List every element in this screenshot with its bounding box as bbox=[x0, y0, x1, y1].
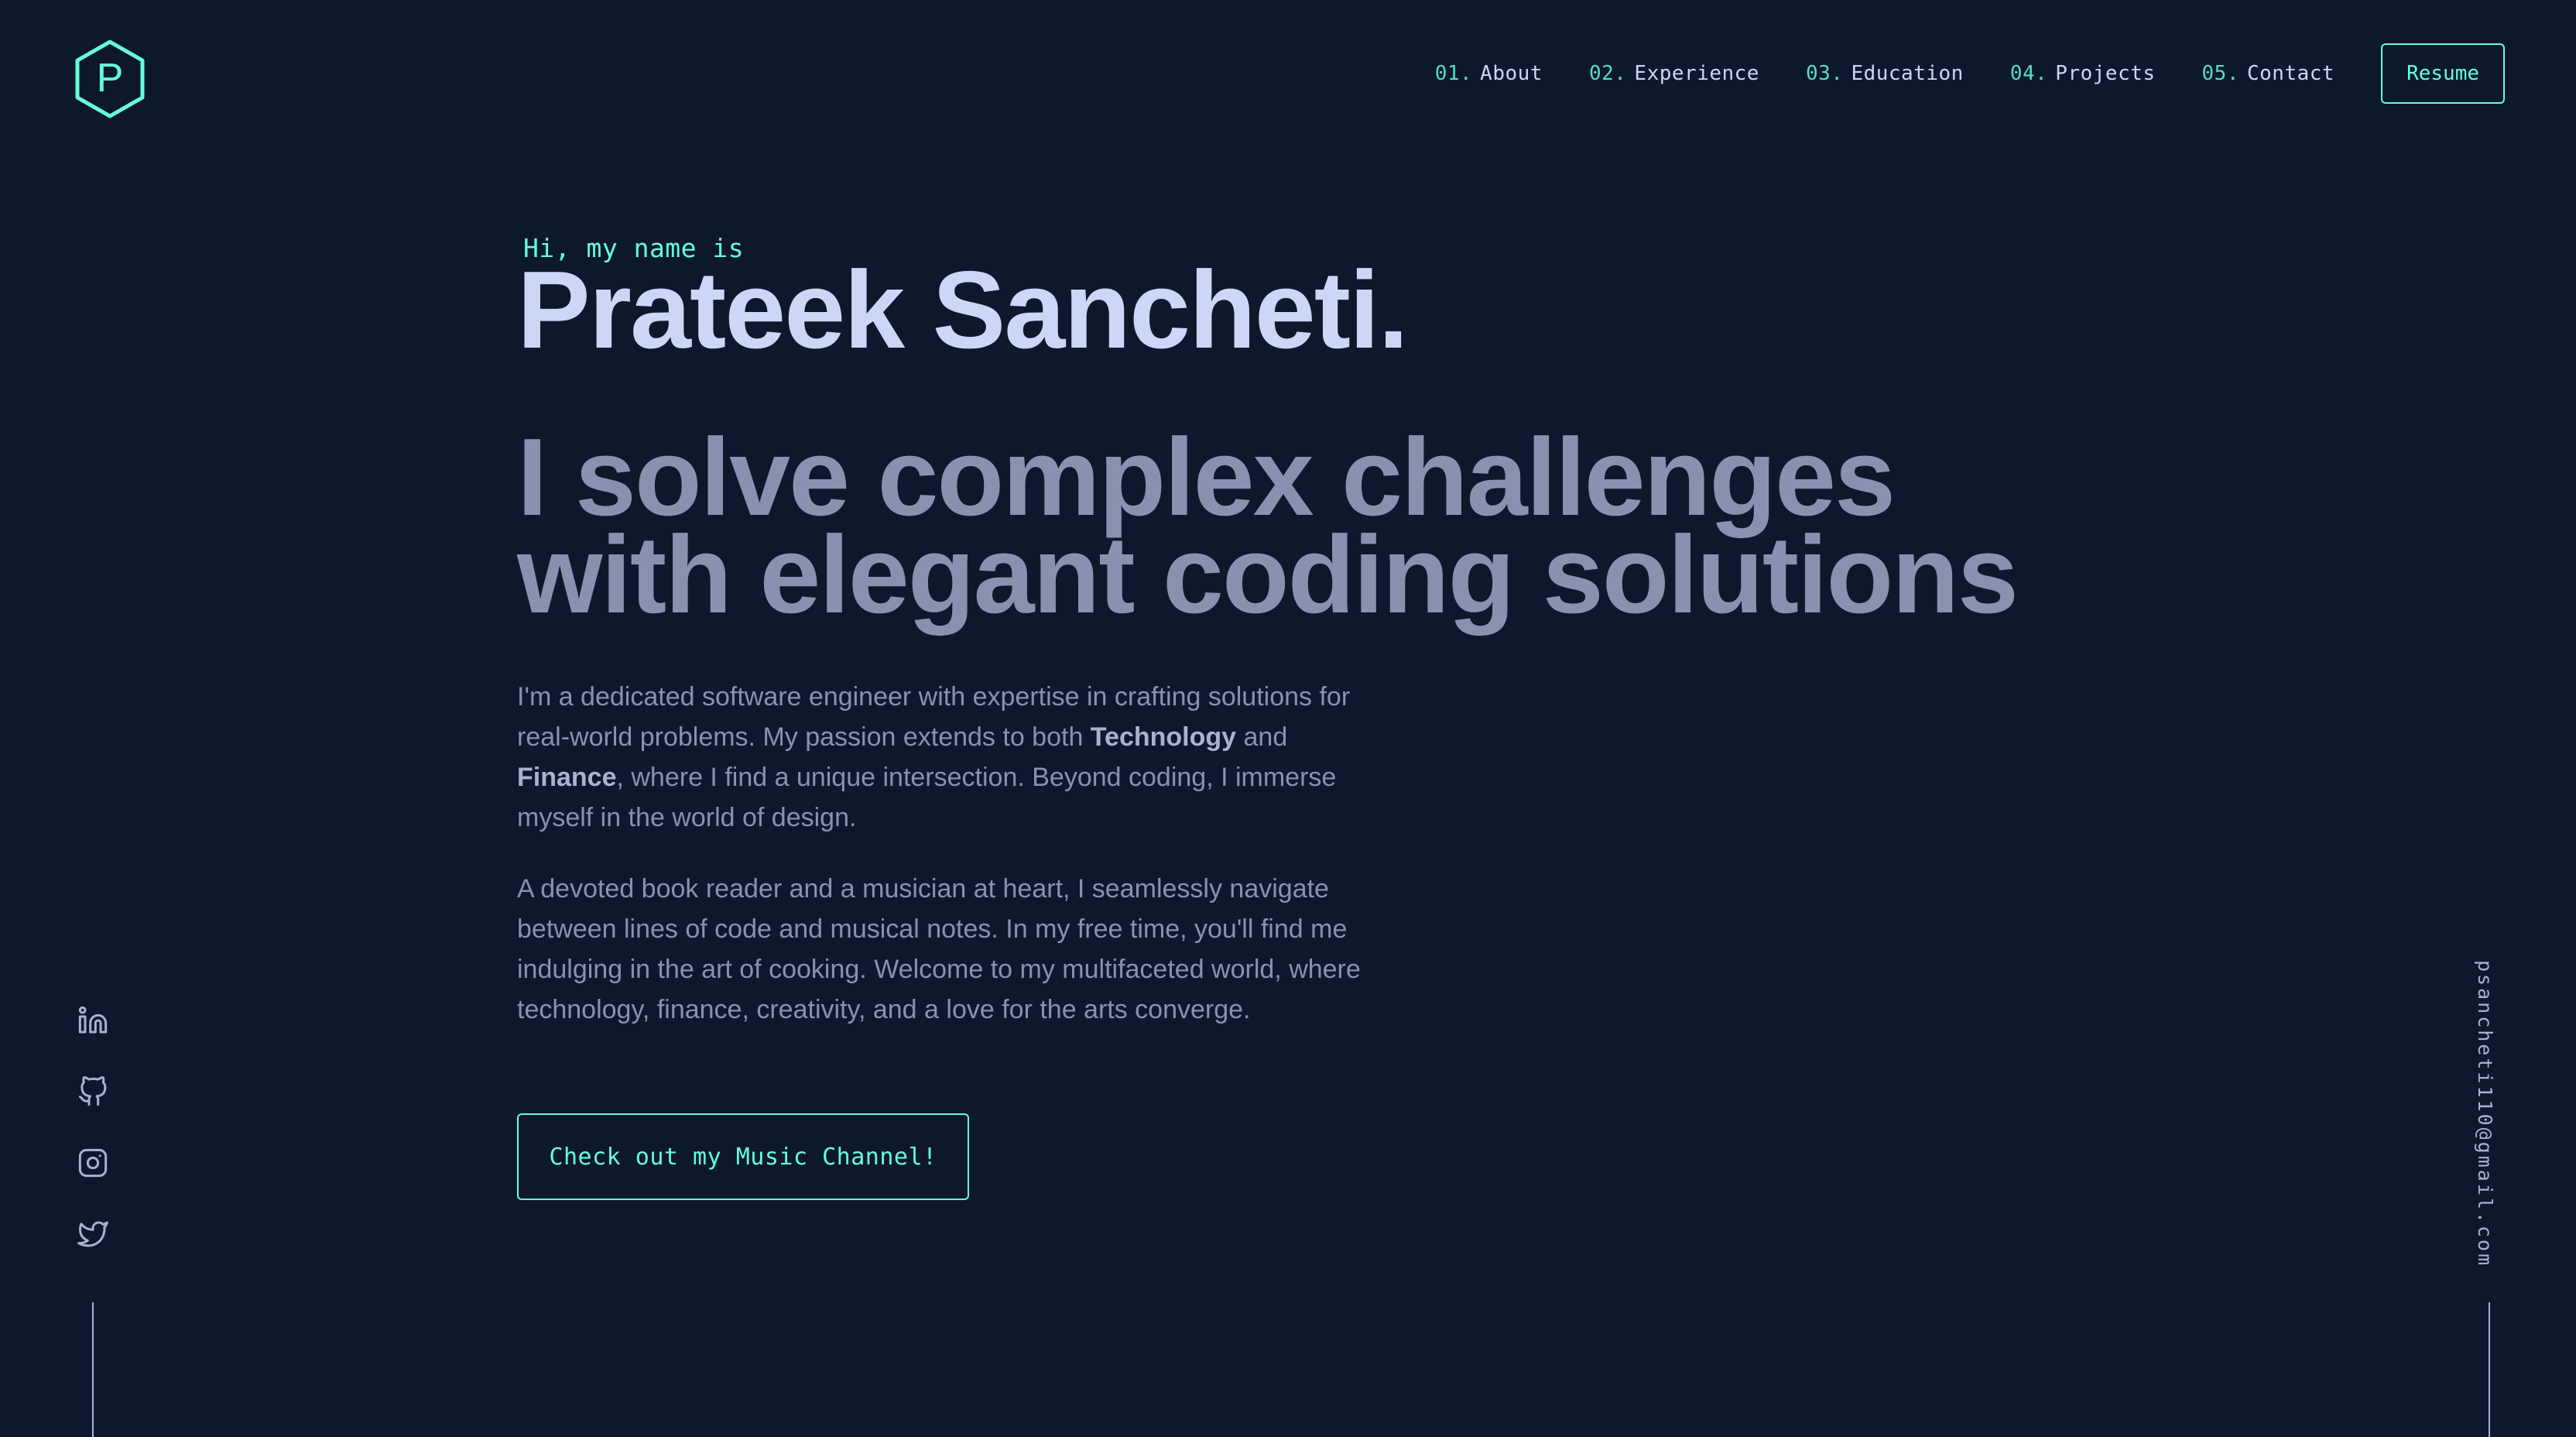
twitter-link[interactable] bbox=[76, 1217, 110, 1251]
right-rail-divider bbox=[2489, 1302, 2490, 1437]
bio-text: , where I find a unique intersection. Be… bbox=[517, 763, 1337, 832]
main-nav: 01. About 02. Experience 03. Education 0… bbox=[1435, 43, 2505, 104]
twitter-icon bbox=[77, 1221, 108, 1247]
hexagon-logo-icon: P bbox=[75, 39, 145, 118]
nav-number: 04. bbox=[2009, 62, 2048, 85]
nav-label: About bbox=[1480, 62, 1543, 85]
instagram-icon bbox=[78, 1148, 108, 1178]
bio-paragraph-2: A devoted book reader and a musician at … bbox=[517, 874, 1361, 1024]
hero-tagline: I solve complex challenges with elegant … bbox=[517, 416, 2065, 636]
hero-tagline-line-1: I solve complex challenges bbox=[517, 416, 1896, 539]
nav-item-experience[interactable]: 02. Experience bbox=[1589, 62, 1759, 85]
hero-section: Hi, my name is Prateek Sancheti. I solve… bbox=[517, 229, 2019, 630]
bio-paragraph-1: I'm a dedicated software engineer with e… bbox=[517, 677, 1368, 838]
nav-number: 03. bbox=[1805, 62, 1844, 85]
logo-letter: P bbox=[97, 56, 124, 101]
nav-number: 01. bbox=[1434, 62, 1473, 85]
bio-text: and bbox=[1236, 722, 1288, 752]
github-icon bbox=[78, 1076, 107, 1106]
linkedin-icon bbox=[78, 1006, 108, 1034]
bio-highlight-finance: Finance bbox=[517, 763, 617, 792]
nav-number: 05. bbox=[2201, 62, 2239, 85]
music-channel-button[interactable]: Check out my Music Channel! bbox=[517, 1113, 969, 1200]
nav-label: Experience bbox=[1634, 62, 1759, 85]
linkedin-link[interactable] bbox=[76, 1003, 110, 1037]
bio-highlight-technology: Technology bbox=[1090, 722, 1237, 752]
nav-label: Projects bbox=[2055, 62, 2156, 85]
nav-item-contact[interactable]: 05. Contact bbox=[2202, 62, 2335, 85]
hero-tagline-line-2: with elegant coding solutions bbox=[517, 513, 2019, 636]
nav-item-about[interactable]: 01. About bbox=[1435, 62, 1543, 85]
nav-label: Education bbox=[1851, 62, 1964, 85]
email-link[interactable]: psancheti110@gmail.com bbox=[2474, 960, 2496, 1267]
left-rail-divider bbox=[92, 1302, 94, 1437]
hero-bio: I'm a dedicated software engineer with e… bbox=[517, 677, 1368, 1061]
hero-name: Prateek Sancheti. bbox=[517, 249, 1409, 372]
github-link[interactable] bbox=[76, 1075, 110, 1109]
nav-item-projects[interactable]: 04. Projects bbox=[2010, 62, 2156, 85]
nav-number: 02. bbox=[1588, 62, 1627, 85]
social-links bbox=[76, 1003, 110, 1288]
nav-label: Contact bbox=[2247, 62, 2335, 85]
instagram-link[interactable] bbox=[76, 1146, 110, 1180]
logo-link[interactable]: P bbox=[73, 39, 147, 119]
nav-item-education[interactable]: 03. Education bbox=[1806, 62, 1964, 85]
resume-button[interactable]: Resume bbox=[2381, 43, 2505, 104]
